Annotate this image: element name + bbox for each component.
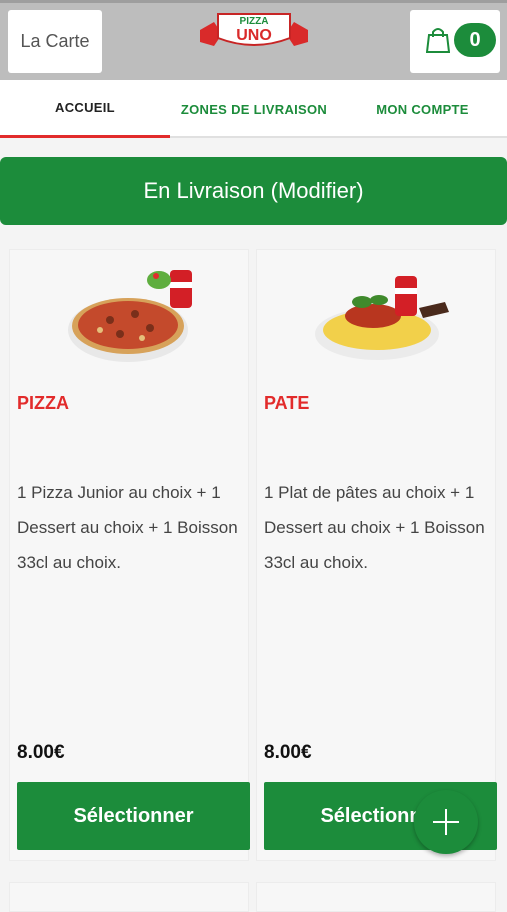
cart-button[interactable]: 0 [410,10,500,73]
top-bar: La Carte PIZZA UNO 0 [0,0,507,80]
product-price: 8.00€ [264,742,312,763]
logo-text-top: PIZZA [240,16,269,27]
product-title: PIZZA [17,393,69,413]
pasta-menu-image [315,276,449,360]
add-floating-button[interactable] [414,790,478,854]
top-divider [0,0,507,3]
pizza-menu-image [68,270,192,362]
tab-bar: ACCUEIL ZONES DE LIVRAISON MON COMPTE [0,80,507,138]
product-card-partial [256,882,496,912]
product-card: PATE 1 Plat de pâtes au choix + 1 Desser… [256,249,497,861]
delivery-mode-button[interactable]: En Livraison (Modifier) [0,157,507,225]
tab-mon-compte[interactable]: MON COMPTE [338,80,507,138]
product-description: 1 Plat de pâtes au choix + 1 Dessert au … [264,483,485,572]
product-price: 8.00€ [17,742,65,763]
tab-accueil[interactable]: ACCUEIL [0,80,170,138]
tab-zones-de-livraison[interactable]: ZONES DE LIVRAISON [170,80,338,138]
cart-count-badge: 0 [454,23,496,57]
menu-button[interactable]: La Carte [8,10,102,73]
product-card-partial [9,882,249,912]
product-card: PIZZA 1 Pizza Junior au choix + 1 Desser… [9,249,250,861]
shopping-bag-icon [426,28,450,53]
pizza-uno-logo[interactable]: PIZZA UNO [200,8,308,54]
product-title: PATE [264,393,310,413]
logo-text-bottom: UNO [236,27,272,44]
select-button[interactable]: Sélectionner [17,782,250,850]
product-description: 1 Pizza Junior au choix + 1 Dessert au c… [17,483,238,572]
